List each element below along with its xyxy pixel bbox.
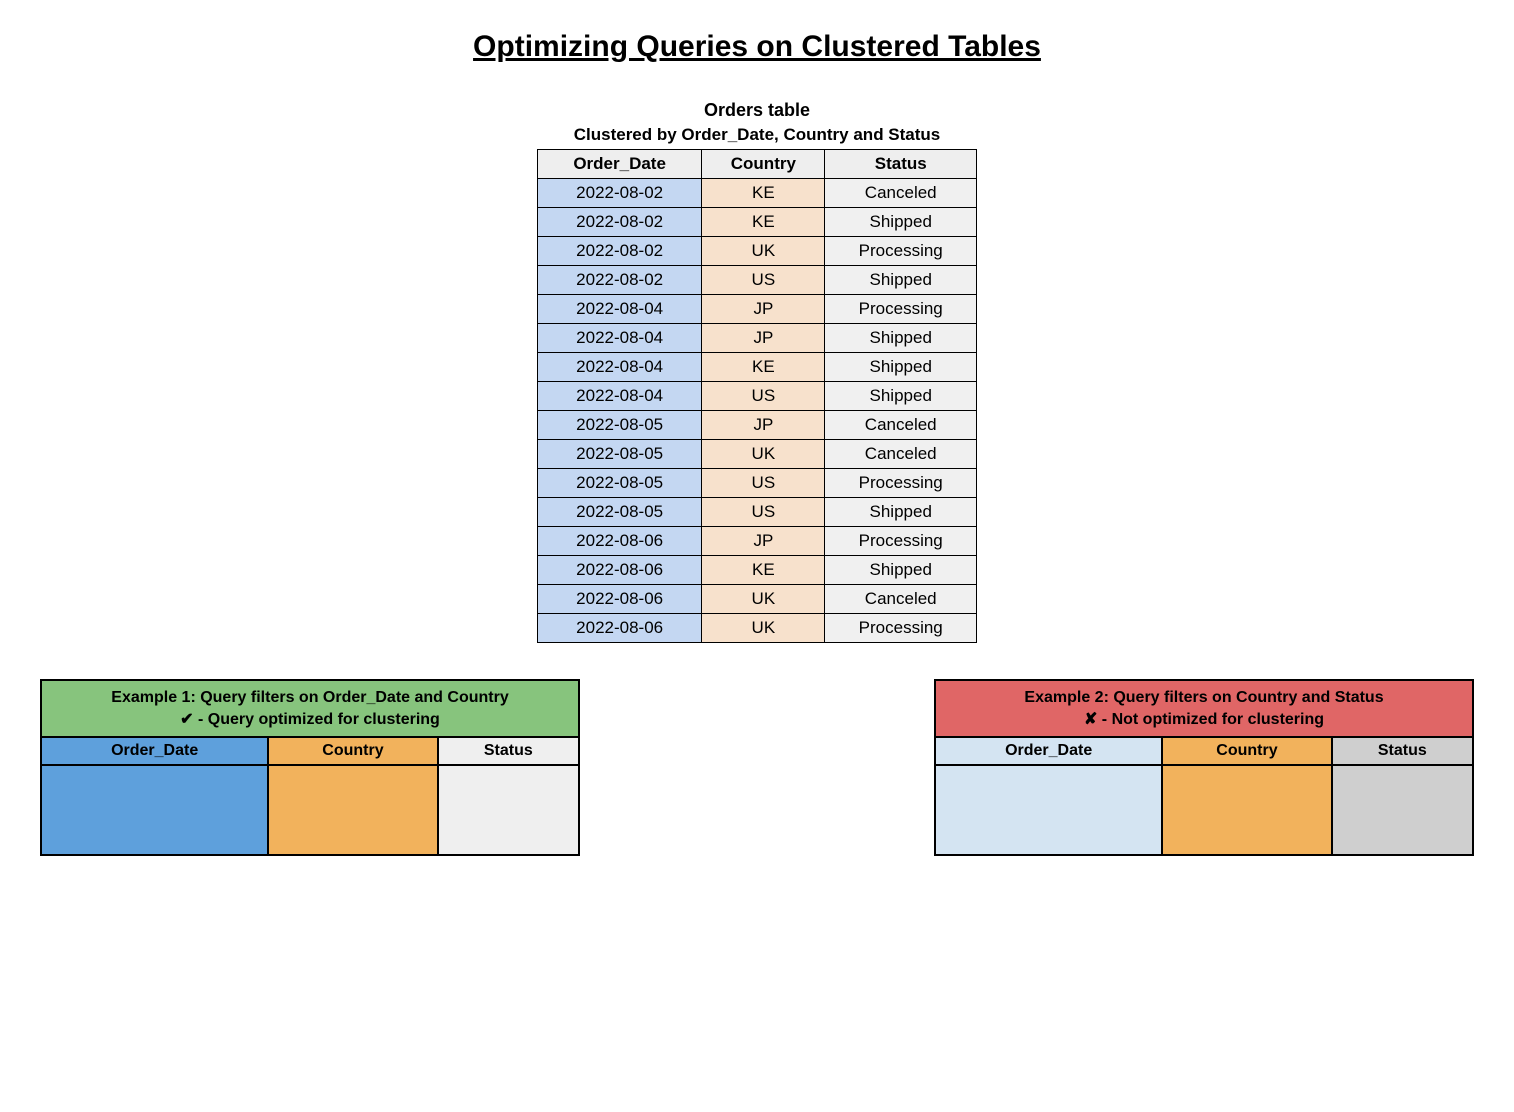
table-row: 2022-08-06UKProcessing <box>538 614 977 643</box>
orders-cell-country: UK <box>702 585 825 614</box>
orders-cell-country: KE <box>702 179 825 208</box>
example2-title-line2: ✘ - Not optimized for clustering <box>1084 711 1324 728</box>
table-row: 2022-08-02USShipped <box>538 266 977 295</box>
orders-cell-country: UK <box>702 237 825 266</box>
orders-cell-status: Processing <box>825 469 977 498</box>
orders-cell-date: 2022-08-02 <box>538 237 702 266</box>
orders-cell-country: KE <box>702 208 825 237</box>
table-row: 2022-08-05USShipped <box>538 498 977 527</box>
example1-body-country <box>268 765 437 855</box>
orders-table-title: Orders table <box>40 100 1474 121</box>
orders-cell-country: JP <box>702 295 825 324</box>
example1-header-date: Order_Date <box>41 737 268 765</box>
example1-title-line1: Example 1: Query filters on Order_Date a… <box>111 689 508 706</box>
orders-cell-status: Shipped <box>825 266 977 295</box>
orders-cell-date: 2022-08-05 <box>538 440 702 469</box>
orders-cell-status: Processing <box>825 237 977 266</box>
orders-cell-country: US <box>702 266 825 295</box>
orders-cell-date: 2022-08-05 <box>538 411 702 440</box>
orders-cell-date: 2022-08-02 <box>538 179 702 208</box>
orders-cell-date: 2022-08-06 <box>538 614 702 643</box>
orders-cell-country: KE <box>702 556 825 585</box>
table-row: 2022-08-05USProcessing <box>538 469 977 498</box>
table-row: 2022-08-04JPShipped <box>538 324 977 353</box>
orders-cell-date: 2022-08-06 <box>538 556 702 585</box>
table-row: 2022-08-02KECanceled <box>538 179 977 208</box>
orders-cell-date: 2022-08-06 <box>538 527 702 556</box>
orders-cell-country: US <box>702 382 825 411</box>
orders-cell-status: Shipped <box>825 556 977 585</box>
orders-cell-status: Processing <box>825 614 977 643</box>
orders-header-row: Order_Date Country Status <box>538 150 977 179</box>
example1-body-status <box>438 765 579 855</box>
table-row: 2022-08-04USShipped <box>538 382 977 411</box>
example1-header-status: Status <box>438 737 579 765</box>
table-row: 2022-08-05JPCanceled <box>538 411 977 440</box>
orders-cell-date: 2022-08-04 <box>538 353 702 382</box>
example1-header-row: Order_Date Country Status <box>41 737 579 765</box>
orders-cell-status: Shipped <box>825 353 977 382</box>
example2-body-row <box>935 765 1473 855</box>
example2-body-date <box>935 765 1162 855</box>
orders-cell-date: 2022-08-05 <box>538 498 702 527</box>
orders-cell-status: Canceled <box>825 440 977 469</box>
table-row: 2022-08-06KEShipped <box>538 556 977 585</box>
orders-cell-status: Shipped <box>825 382 977 411</box>
orders-cell-country: US <box>702 498 825 527</box>
orders-cell-status: Shipped <box>825 324 977 353</box>
orders-cell-country: UK <box>702 440 825 469</box>
orders-cell-date: 2022-08-06 <box>538 585 702 614</box>
table-row: 2022-08-04JPProcessing <box>538 295 977 324</box>
table-row: 2022-08-06UKCanceled <box>538 585 977 614</box>
orders-cell-date: 2022-08-04 <box>538 382 702 411</box>
example1-body-date <box>41 765 268 855</box>
orders-cell-country: US <box>702 469 825 498</box>
orders-cell-status: Processing <box>825 295 977 324</box>
example2-header-date: Order_Date <box>935 737 1162 765</box>
example2-header-status: Status <box>1332 737 1473 765</box>
orders-cell-date: 2022-08-05 <box>538 469 702 498</box>
table-row: 2022-08-02KEShipped <box>538 208 977 237</box>
orders-cell-date: 2022-08-02 <box>538 208 702 237</box>
orders-cell-status: Canceled <box>825 179 977 208</box>
example2-body-country <box>1162 765 1331 855</box>
orders-cell-date: 2022-08-04 <box>538 324 702 353</box>
orders-cell-status: Canceled <box>825 585 977 614</box>
page-title: Optimizing Queries on Clustered Tables <box>40 30 1474 64</box>
orders-header-date: Order_Date <box>538 150 702 179</box>
example2-table: Example 2: Query filters on Country and … <box>934 679 1474 856</box>
orders-table: Order_Date Country Status 2022-08-02KECa… <box>537 149 977 643</box>
orders-cell-date: 2022-08-04 <box>538 295 702 324</box>
orders-cell-country: JP <box>702 411 825 440</box>
orders-cell-country: UK <box>702 614 825 643</box>
example2-header-row: Order_Date Country Status <box>935 737 1473 765</box>
example2-title: Example 2: Query filters on Country and … <box>935 680 1473 737</box>
orders-header-status: Status <box>825 150 977 179</box>
orders-cell-country: JP <box>702 527 825 556</box>
example2-title-line1: Example 2: Query filters on Country and … <box>1024 689 1383 706</box>
orders-cell-status: Shipped <box>825 208 977 237</box>
orders-header-country: Country <box>702 150 825 179</box>
table-row: 2022-08-05UKCanceled <box>538 440 977 469</box>
example1-title: Example 1: Query filters on Order_Date a… <box>41 680 579 737</box>
orders-cell-country: KE <box>702 353 825 382</box>
table-row: 2022-08-06JPProcessing <box>538 527 977 556</box>
orders-cell-date: 2022-08-02 <box>538 266 702 295</box>
table-row: 2022-08-04KEShipped <box>538 353 977 382</box>
orders-table-subtitle: Clustered by Order_Date, Country and Sta… <box>40 125 1474 145</box>
table-row: 2022-08-02UKProcessing <box>538 237 977 266</box>
example1-title-line2: ✔ - Query optimized for clustering <box>180 711 440 728</box>
example2-body-status <box>1332 765 1473 855</box>
orders-cell-status: Canceled <box>825 411 977 440</box>
example1-body-row <box>41 765 579 855</box>
example1-header-country: Country <box>268 737 437 765</box>
example2-header-country: Country <box>1162 737 1331 765</box>
example1-table: Example 1: Query filters on Order_Date a… <box>40 679 580 856</box>
orders-cell-country: JP <box>702 324 825 353</box>
orders-cell-status: Shipped <box>825 498 977 527</box>
orders-cell-status: Processing <box>825 527 977 556</box>
